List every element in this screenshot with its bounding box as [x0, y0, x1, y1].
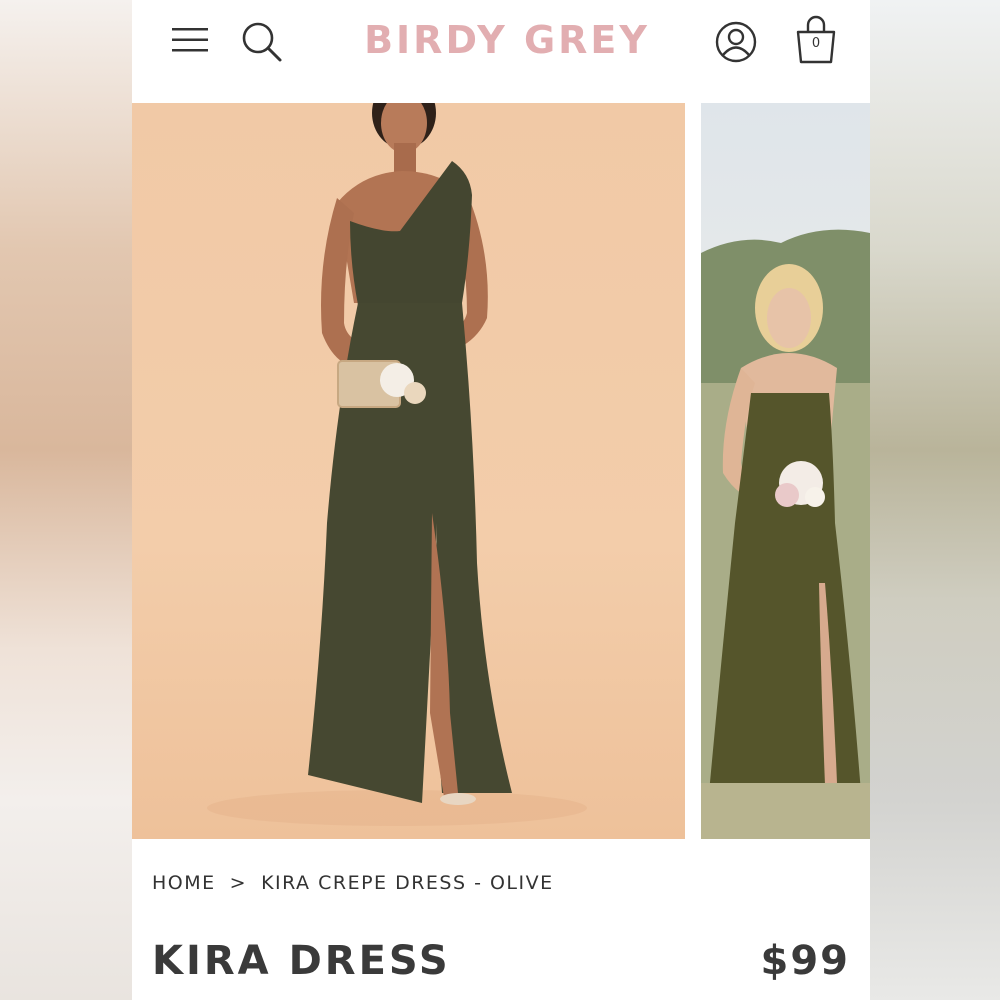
breadcrumb-home[interactable]: HOME — [152, 872, 216, 894]
cart-count: 0 — [811, 36, 821, 51]
product-title: KIRA DRESS — [152, 938, 451, 984]
background-blur-right — [870, 0, 1000, 1000]
product-thumbnail-image[interactable] — [701, 103, 870, 839]
product-price: $99 — [760, 938, 850, 984]
account-icon[interactable] — [714, 20, 758, 64]
site-header: BIRDY GREY 0 — [132, 0, 870, 103]
search-icon[interactable] — [240, 20, 284, 64]
cart-button[interactable]: 0 — [792, 14, 840, 66]
product-page: BIRDY GREY 0 HOME > KIRA CREPE DRESS - O… — [132, 0, 870, 1000]
breadcrumb-current[interactable]: KIRA CREPE DRESS - OLIVE — [261, 872, 554, 894]
background-blur-left — [0, 0, 132, 1000]
breadcrumb-separator: > — [229, 872, 248, 894]
product-main-image[interactable] — [132, 103, 685, 839]
menu-icon[interactable] — [172, 26, 208, 54]
breadcrumb: HOME > KIRA CREPE DRESS - OLIVE — [152, 872, 554, 900]
brand-logo[interactable]: BIRDY GREY — [332, 18, 682, 62]
bridesmaids-illustration — [701, 229, 870, 839]
dress-model-illustration — [207, 103, 587, 826]
